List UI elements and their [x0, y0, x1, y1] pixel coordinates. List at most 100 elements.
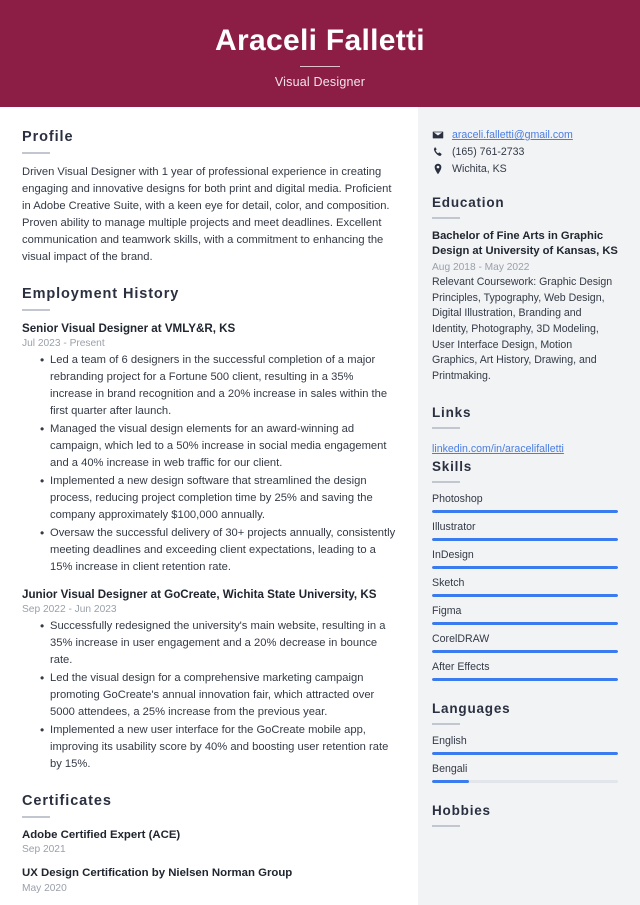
- section-rule: [432, 426, 460, 429]
- section-rule: [432, 824, 460, 827]
- skill-level-bar: [432, 565, 618, 569]
- certificate-date: Sep 2021: [22, 844, 66, 856]
- skill-label: Photoshop: [432, 492, 483, 505]
- certificates-section: Certificates Adobe Certified Expert (ACE…: [22, 793, 396, 894]
- section-rule: [22, 815, 50, 818]
- employment-bullets: Led a team of 6 designers in the success…: [22, 351, 396, 576]
- employment-bullet: Oversaw the successful delivery of 30+ p…: [40, 524, 396, 576]
- employment-bullet: Led a team of 6 designers in the success…: [40, 351, 396, 420]
- skill-level-fill: [432, 593, 618, 597]
- candidate-name: Araceli Falletti: [215, 23, 425, 57]
- skill-label: Figma: [432, 604, 462, 617]
- links-list: linkedin.com/in/aracelifalletti: [432, 439, 618, 457]
- contact-row: (165) 761-2733: [432, 146, 618, 158]
- languages-section: Languages English Bengali: [432, 701, 618, 783]
- employment-date: Jul 2023 - Present: [22, 337, 105, 349]
- contact-details: araceli.falletti@gmail.com (165) 761-2733…: [432, 129, 618, 175]
- links-heading: Links: [432, 404, 472, 420]
- contact-email-link[interactable]: araceli.falletti@gmail.com: [452, 129, 573, 141]
- certificates-heading: Certificates: [22, 792, 112, 809]
- language-label: Bengali: [432, 762, 468, 775]
- header-divider: [300, 65, 340, 68]
- skill-level-fill: [432, 677, 618, 681]
- sidebar-column: araceli.falletti@gmail.com (165) 761-2733…: [418, 107, 640, 905]
- employment-heading: Employment History: [22, 286, 180, 303]
- language-item: English: [432, 735, 618, 755]
- employment-bullet: Implemented a new user interface for the…: [40, 721, 396, 773]
- skill-item: CorelDRAW: [432, 633, 618, 653]
- education-section: Education Bachelor of Fine Arts in Graph…: [432, 195, 618, 385]
- education-date: Aug 2018 - May 2022: [432, 261, 530, 273]
- skill-level-fill: [432, 649, 618, 653]
- certificate-entry: UX Design Certification by Nielsen Norma…: [22, 866, 396, 893]
- skill-level-bar: [432, 649, 618, 653]
- profile-text: Driven Visual Designer with 1 year of pr…: [22, 166, 392, 264]
- main-column: Profile Driven Visual Designer with 1 ye…: [0, 107, 418, 905]
- skill-level-fill: [432, 509, 618, 513]
- links-section: Links linkedin.com/in/aracelifalletti: [432, 405, 618, 457]
- resume-body: Profile Driven Visual Designer with 1 ye…: [0, 107, 640, 905]
- skill-level-fill: [432, 621, 618, 625]
- profile-section: Profile Driven Visual Designer with 1 ye…: [22, 129, 396, 266]
- section-rule: [432, 480, 460, 483]
- hobbies-section: Hobbies: [432, 803, 618, 827]
- skill-item: Figma: [432, 605, 618, 625]
- language-label: English: [432, 734, 467, 747]
- language-level-bar: [432, 779, 618, 783]
- language-level-bar: [432, 751, 618, 755]
- skill-item: Illustrator: [432, 521, 618, 541]
- education-heading: Education: [432, 195, 505, 210]
- languages-list: English Bengali: [432, 735, 618, 783]
- language-level-fill: [432, 779, 470, 783]
- skills-list: Photoshop Illustrator InDesign Sketch Figma C…: [432, 493, 618, 681]
- employment-bullet: Successfully redesigned the university's…: [40, 617, 396, 669]
- employment-list: Senior Visual Designer at VMLY&R, KS Jul …: [22, 321, 396, 773]
- skill-item: After Effects: [432, 661, 618, 681]
- skill-level-bar: [432, 677, 618, 681]
- skill-level-bar: [432, 509, 618, 513]
- skill-level-bar: [432, 593, 618, 597]
- certificates-list: Adobe Certified Expert (ACE) Sep 2021 UX D…: [22, 828, 396, 894]
- skills-section: Skills Photoshop Illustrator InDesign Sketc…: [432, 459, 618, 681]
- education-degree: Bachelor of Fine Arts in Graphic Design …: [432, 230, 618, 258]
- skill-label: Sketch: [432, 576, 465, 589]
- section-rule: [22, 152, 50, 154]
- skill-label: CorelDRAW: [432, 632, 490, 645]
- skill-item: Sketch: [432, 577, 618, 597]
- language-level-fill: [432, 751, 618, 755]
- resume-page: Araceli Falletti Visual Designer Profile…: [0, 0, 640, 905]
- skill-level-bar: [432, 621, 618, 625]
- skill-label: After Effects: [432, 660, 490, 673]
- employment-entry: Senior Visual Designer at VMLY&R, KS Jul …: [22, 321, 396, 576]
- skill-level-fill: [432, 565, 618, 569]
- employment-section: Employment History Senior Visual Designe…: [22, 286, 396, 773]
- contact-value: (165) 761-2733: [452, 146, 525, 158]
- employment-bullets: Successfully redesigned the university's…: [22, 617, 396, 773]
- envelope-icon: [432, 129, 444, 141]
- certificate-title: Adobe Certified Expert (ACE): [22, 828, 181, 841]
- skill-label: Illustrator: [432, 520, 476, 533]
- contact-row[interactable]: araceli.falletti@gmail.com: [432, 129, 618, 141]
- education-description: Relevant Coursework: Graphic Design Prin…: [432, 275, 613, 382]
- certificate-entry: Adobe Certified Expert (ACE) Sep 2021: [22, 828, 396, 855]
- section-rule: [22, 309, 50, 312]
- employment-date: Sep 2022 - Jun 2023: [22, 603, 117, 615]
- skill-item: InDesign: [432, 549, 618, 569]
- employment-bullet: Managed the visual design elements for a…: [40, 420, 396, 472]
- candidate-job-title: Visual Designer: [274, 75, 366, 90]
- skill-label: InDesign: [432, 548, 474, 561]
- profile-link[interactable]: linkedin.com/in/aracelifalletti: [432, 443, 564, 455]
- language-item: Bengali: [432, 763, 618, 783]
- phone-icon: [432, 146, 444, 158]
- employment-bullet: Led the visual design for a comprehensiv…: [40, 669, 396, 721]
- section-rule: [432, 217, 460, 219]
- certificate-title: UX Design Certification by Nielsen Norma…: [22, 867, 293, 880]
- skill-level-fill: [432, 537, 618, 541]
- contact-value: Wichita, KS: [452, 163, 507, 175]
- employment-entry: Junior Visual Designer at GoCreate, Wich…: [22, 587, 396, 773]
- certificate-date: May 2020: [22, 882, 67, 894]
- employment-bullet: Implemented a new design software that s…: [40, 472, 396, 524]
- location-pin-icon: [432, 163, 444, 175]
- skill-level-bar: [432, 537, 618, 541]
- profile-heading: Profile: [22, 129, 74, 145]
